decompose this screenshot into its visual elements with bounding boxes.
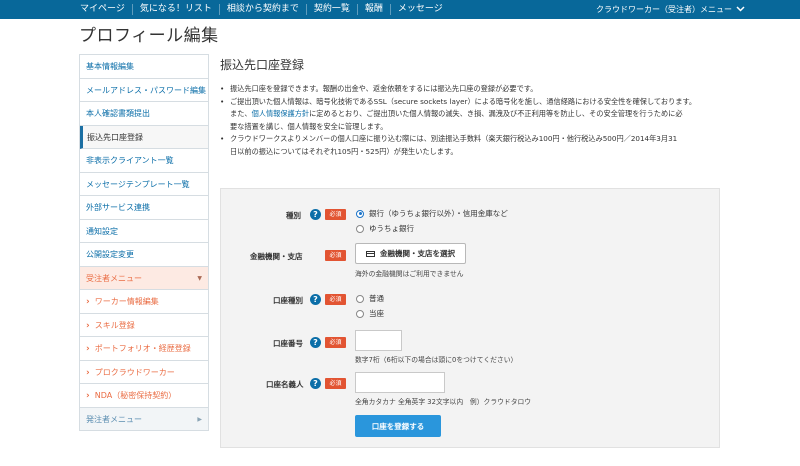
radio-label: 当座 <box>369 309 384 318</box>
sidebar-item-skills[interactable]: › スキル登録 <box>80 313 208 337</box>
sidebar-item-notifications[interactable]: 通知設定 <box>80 220 208 243</box>
sidebar-item-label: プロクラウドワーカー <box>94 367 175 377</box>
sidebar-item-visibility[interactable]: 公開設定変更 <box>80 243 208 267</box>
info-text: 日以前の振込についてはそれぞれ105円・525円）が発生いたします。 <box>230 146 458 156</box>
account-name-note: 全角カタカナ 全角英字 32文字以内 例）クラウドタロウ <box>355 398 532 406</box>
required-badge: 必須 <box>325 337 346 348</box>
required-badge: 必須 <box>325 378 346 389</box>
help-icon[interactable]: ? <box>310 294 321 305</box>
sidebar-item-message-templates[interactable]: メッセージテンプレート一覧 <box>80 173 208 196</box>
main-content: 振込先口座登録 振込先口座を登録できます。報酬の出金や、返金依頼をするには振込先… <box>220 54 720 159</box>
sidebar-item-id-documents[interactable]: 本人確認書類提出 <box>80 102 208 126</box>
sidebar-item-label: ワーカー情報編集 <box>94 297 159 306</box>
user-menu-label: クラウドワーカー（受注者）メニュー <box>596 5 732 14</box>
client-menu-label: 発注者メニュー <box>86 414 142 424</box>
required-badge: 必須 <box>325 209 346 220</box>
chevron-right-icon: › <box>86 391 90 401</box>
nav-rewards[interactable]: 報酬 <box>356 4 390 15</box>
info-text: 要な措置を講じ、個人情報を安全に管理します。 <box>230 121 388 131</box>
chevron-right-icon: › <box>86 367 90 378</box>
nav-mypage[interactable]: マイページ <box>80 4 132 15</box>
info-text: クラウドワークスよりメンバーの個人口座に振り込む際には、別途振込手数料（楽天銀行… <box>230 134 678 144</box>
sidebar-item-email-password[interactable]: メールアドレス・パスワード編集 <box>80 79 208 102</box>
info-item: クラウドワークスよりメンバーの個人口座に振り込む際には、別途振込手数料（楽天銀行… <box>220 133 720 158</box>
sidebar-item-worker-info[interactable]: › ワーカー情報編集 <box>80 290 208 314</box>
radio-selected-icon <box>356 209 364 218</box>
caret-right-icon: ▶ <box>197 415 202 423</box>
credit-card-icon <box>366 250 375 257</box>
top-nav-bar: マイページ 気になる！リスト 相談から契約まで 契約一覧 報酬 メッセージ クラ… <box>0 0 800 19</box>
required-badge: 必須 <box>325 294 346 305</box>
radio-icon <box>356 294 364 303</box>
section-heading: 振込先口座登録 <box>220 58 305 72</box>
radio-account-ordinary[interactable]: 普通 <box>356 293 384 304</box>
privacy-policy-link[interactable]: 個人情報保護方針 <box>252 109 310 118</box>
sidebar-item-label: NDA（秘密保持契約） <box>94 391 177 400</box>
radio-label: 普通 <box>369 294 384 303</box>
sidebar-item-hidden-clients[interactable]: 非表示クライアント一覧 <box>80 149 208 173</box>
sidebar-section-worker-menu[interactable]: 受注者メニュー ▼ <box>80 266 208 290</box>
radio-icon <box>356 224 364 233</box>
sidebar-item-bank-account[interactable]: 振込先口座登録 <box>80 125 208 149</box>
radio-icon <box>356 309 364 318</box>
account-number-input[interactable] <box>355 330 402 351</box>
info-text: 振込先口座を登録できます。報酬の出金や、返金依頼をするには振込先口座の登録が必要… <box>230 84 538 93</box>
info-text: また、 <box>230 109 252 119</box>
info-list: 振込先口座を登録できます。報酬の出金や、返金依頼をするには振込先口座の登録が必要… <box>220 83 720 159</box>
help-icon[interactable]: ? <box>310 337 321 348</box>
sidebar-section-client-menu[interactable]: 発注者メニュー ▶ <box>80 407 208 431</box>
bank-note: 海外の金融機関はご利用できません <box>355 270 464 278</box>
caret-down-icon: ▼ <box>197 274 202 282</box>
sidebar-item-nda[interactable]: › NDA（秘密保持契約） <box>80 384 208 408</box>
select-bank-button[interactable]: 金融機関・支店を選択 <box>355 243 466 264</box>
chevron-right-icon: › <box>86 344 90 354</box>
sidebar-item-basic-info[interactable]: 基本情報編集 <box>80 55 208 79</box>
info-text: に定めるとおり、ご提出頂いた個人情報の滅失、き損、漏洩及び不正利用等を防止し、そ… <box>309 109 683 119</box>
bank-label: 金融機関・支店 <box>250 252 303 261</box>
select-bank-button-label: 金融機関・支店を選択 <box>380 249 455 258</box>
required-badge: 必須 <box>325 250 346 261</box>
nav-messages[interactable]: メッセージ <box>389 4 450 15</box>
sidebar-item-portfolio[interactable]: › ポートフォリオ・経歴登録 <box>80 337 208 361</box>
nav-favorites[interactable]: 気になる！リスト <box>131 4 219 15</box>
radio-type-yucho[interactable]: ゆうちょ銀行 <box>356 223 414 234</box>
sidebar-item-label: ポートフォリオ・経歴登録 <box>94 344 191 353</box>
account-type-label: 口座種別 <box>273 296 303 305</box>
sidebar-item-external-services[interactable]: 外部サービス連携 <box>80 196 208 220</box>
account-name-input[interactable] <box>355 372 445 393</box>
chevron-right-icon: › <box>86 297 90 307</box>
page-title: プロフィール編集 <box>79 26 219 46</box>
bank-account-form: 種別 ? 必須 銀行（ゆうちょ銀行以外）・信用金庫など ゆうちょ銀行 金融機関・… <box>220 188 720 448</box>
radio-label: ゆうちょ銀行 <box>369 224 414 233</box>
sidebar: 基本情報編集 メールアドレス・パスワード編集 本人確認書類提出 振込先口座登録 … <box>79 54 209 431</box>
top-nav: マイページ 気になる！リスト 相談から契約まで 契約一覧 報酬 メッセージ <box>80 0 450 19</box>
sidebar-item-pro-worker[interactable]: › プロクラウドワーカー <box>80 360 208 384</box>
chevron-down-icon <box>736 5 745 14</box>
register-account-button[interactable]: 口座を登録する <box>355 415 441 437</box>
user-menu[interactable]: クラウドワーカー（受注者）メニュー <box>596 0 745 19</box>
info-text: ご提出頂いた個人情報は、暗号化技術であるSSL（secure sockets l… <box>230 96 697 106</box>
info-item: ご提出頂いた個人情報は、暗号化技術であるSSL（secure sockets l… <box>220 96 720 134</box>
worker-menu-label: 受注者メニュー <box>86 273 142 283</box>
nav-consult-to-contract[interactable]: 相談から契約まで <box>218 4 306 15</box>
type-label: 種別 <box>286 211 301 220</box>
account-number-label: 口座番号 <box>273 339 303 348</box>
help-icon[interactable]: ? <box>310 209 321 220</box>
chevron-right-icon: › <box>86 320 90 331</box>
sidebar-item-label: スキル登録 <box>94 320 135 330</box>
radio-account-checking[interactable]: 当座 <box>356 308 384 319</box>
help-icon[interactable]: ? <box>310 378 321 389</box>
nav-contracts[interactable]: 契約一覧 <box>305 4 357 15</box>
account-name-label: 口座名義人 <box>266 380 304 389</box>
info-item: 振込先口座を登録できます。報酬の出金や、返金依頼をするには振込先口座の登録が必要… <box>220 83 720 96</box>
account-number-note: 数字7桁（6桁以下の場合は頭に0をつけてください） <box>355 356 518 364</box>
radio-label: 銀行（ゆうちょ銀行以外）・信用金庫など <box>369 209 508 218</box>
radio-type-bank[interactable]: 銀行（ゆうちょ銀行以外）・信用金庫など <box>356 208 508 219</box>
